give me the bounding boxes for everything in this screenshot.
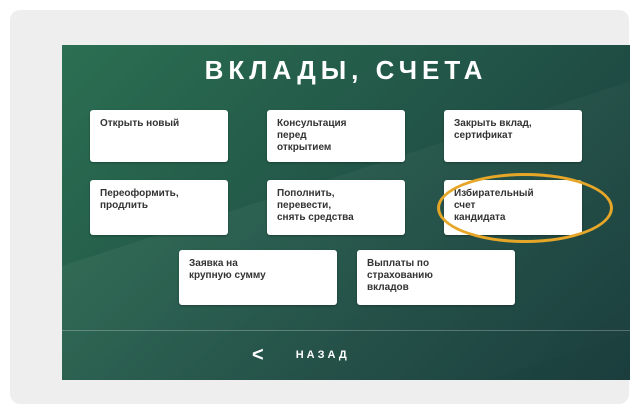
back-button[interactable]: < НАЗАД (252, 345, 350, 365)
large-amount-request-button[interactable]: Заявка на крупную сумму (179, 250, 337, 305)
open-new-button[interactable]: Открыть новый (90, 110, 228, 162)
tile-label: Консультация перед открытием (277, 118, 347, 153)
chevron-left-icon: < (252, 344, 264, 366)
tile-label: Закрыть вклад, сертификат (454, 118, 532, 141)
tile-label: Пополнить, перевести, снять средства (277, 188, 354, 223)
page-title: ВКЛАДЫ, СЧЕТА (204, 55, 488, 85)
replenish-transfer-button[interactable]: Пополнить, перевести, снять средства (267, 180, 405, 235)
tile-label: Выплаты по страхованию вкладов (367, 258, 433, 293)
reissue-extend-button[interactable]: Переоформить, продлить (90, 180, 228, 235)
tile-label: Заявка на крупную сумму (189, 258, 266, 281)
back-label: НАЗАД (295, 349, 350, 361)
device-frame: ВКЛАДЫ, СЧЕТА Открыть новый Консультация… (10, 10, 630, 404)
highlight-circle (437, 173, 613, 243)
insurance-payments-button[interactable]: Выплаты по страхованию вкладов (357, 250, 515, 305)
consultation-button[interactable]: Консультация перед открытием (267, 110, 405, 162)
atm-screen: ВКЛАДЫ, СЧЕТА Открыть новый Консультация… (62, 45, 630, 380)
close-deposit-button[interactable]: Закрыть вклад, сертификат (444, 110, 582, 162)
tile-label: Открыть новый (100, 118, 180, 129)
tile-label: Переоформить, продлить (100, 188, 179, 211)
bottom-nav-bar: < НАЗАД (62, 330, 630, 380)
